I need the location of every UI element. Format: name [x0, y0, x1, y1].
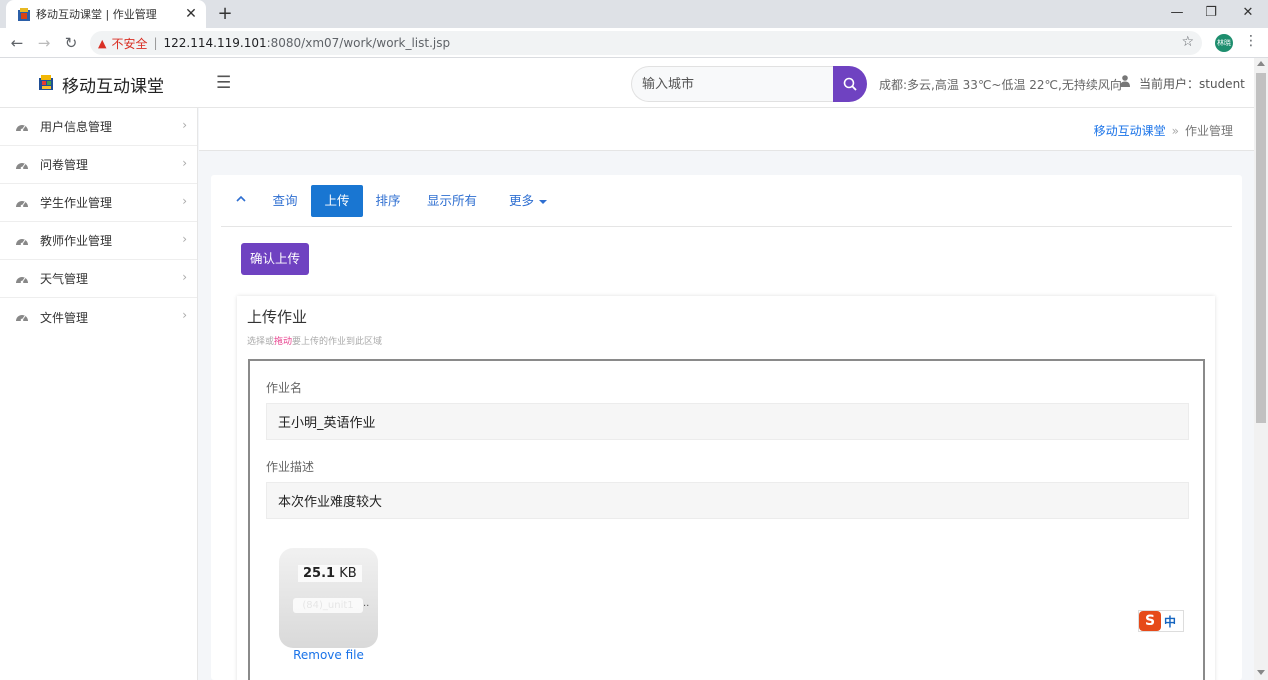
- remove-file-link[interactable]: Remove file: [279, 648, 378, 662]
- browser-tab-strip: 移动互动课堂 | 作业管理 ✕ + — ❐ ✕: [0, 0, 1268, 28]
- sidebar-item-label: 文件管理: [40, 310, 89, 325]
- confirm-upload-button[interactable]: 确认上传: [241, 243, 309, 275]
- user-icon: [1120, 75, 1130, 87]
- page-scrollbar[interactable]: [1254, 58, 1268, 680]
- browser-tab[interactable]: 移动互动课堂 | 作业管理 ✕: [6, 0, 206, 28]
- brand-logo-icon: [39, 75, 53, 90]
- tab-title: 移动互动课堂 | 作业管理: [36, 8, 157, 21]
- sidebar-item-label: 用户信息管理: [40, 120, 113, 134]
- file-size-number: 25.1: [303, 566, 336, 581]
- file-name-ellipsis: ..: [363, 598, 370, 609]
- current-user: 当前用户：student: [1139, 77, 1245, 91]
- dashboard-icon: [16, 124, 28, 131]
- breadcrumb-bar: 移动互动课堂 » 作业管理: [199, 108, 1254, 151]
- sidebar: 用户信息管理 › 问卷管理 › 学生作业管理 › 教师作业管理 › 天气管理 ›…: [0, 108, 198, 680]
- sidebar-item-label: 问卷管理: [40, 158, 89, 172]
- file-size: 25.1 KB: [298, 565, 362, 582]
- security-status[interactable]: 不安全: [111, 35, 147, 52]
- chevron-right-icon: ›: [182, 118, 187, 132]
- url-separator: |: [153, 36, 158, 50]
- tab-show-all[interactable]: 显示所有: [426, 185, 478, 217]
- bookmark-star-icon[interactable]: ☆: [1181, 34, 1194, 50]
- file-preview[interactable]: 25.1 KB (84)_unit1 ..: [279, 548, 378, 648]
- scroll-up-arrow-icon[interactable]: [1257, 61, 1265, 66]
- chevron-right-icon: ›: [182, 270, 187, 284]
- scroll-down-arrow-icon[interactable]: [1257, 670, 1265, 675]
- chevron-right-icon: ›: [182, 194, 187, 208]
- tab-more-label: 更多: [508, 193, 534, 208]
- breadcrumb: 移动互动课堂 » 作业管理: [1094, 122, 1233, 139]
- forward-arrow-icon[interactable]: →: [34, 33, 54, 53]
- work-name-label: 作业名: [266, 381, 303, 395]
- sidebar-item-label: 天气管理: [40, 272, 89, 286]
- city-search-input[interactable]: [631, 66, 835, 102]
- work-name-input[interactable]: [266, 403, 1189, 440]
- tab-upload[interactable]: 上传: [311, 185, 363, 217]
- dashboard-icon: [16, 162, 28, 169]
- sidebar-item-label: 教师作业管理: [40, 234, 113, 248]
- collapse-chevron-icon[interactable]: [235, 193, 247, 205]
- sidebar-item-files[interactable]: 文件管理 ›: [0, 298, 197, 336]
- sidebar-item-teacher-work[interactable]: 教师作业管理 ›: [0, 222, 197, 260]
- browser-menu-icon[interactable]: ⋮: [1244, 33, 1258, 49]
- file-dropzone[interactable]: 作业名 作业描述 25.1 KB (84)_unit1 .. Remove fi…: [248, 359, 1205, 680]
- upload-title: 上传作业: [247, 308, 308, 326]
- reload-icon[interactable]: ↻: [61, 33, 81, 53]
- subtitle-emphasis: 拖动: [274, 337, 293, 347]
- url-field[interactable]: ▲ 不安全 | 122.114.119.101:8080/xm07/work/w…: [90, 31, 1202, 55]
- chevron-right-icon: ›: [182, 308, 187, 322]
- ime-mode-label: 中: [1164, 614, 1177, 629]
- chevron-right-icon: ›: [182, 232, 187, 246]
- breadcrumb-separator: »: [1171, 124, 1179, 138]
- sidebar-item-label: 学生作业管理: [40, 196, 113, 210]
- tab-query[interactable]: 查询: [265, 185, 305, 217]
- dashboard-icon: [16, 200, 28, 207]
- breadcrumb-current: 作业管理: [1184, 124, 1233, 138]
- subtitle-post: 要上传的作业到此区域: [292, 337, 383, 347]
- weather-info: 成都:多云,高温 33℃~低温 22℃,无持续风向: [879, 78, 1122, 92]
- tab-close-icon[interactable]: ✕: [184, 6, 198, 22]
- file-name: (84)_unit1: [293, 598, 363, 613]
- sidebar-item-student-work[interactable]: 学生作业管理 ›: [0, 184, 197, 222]
- tab-sort[interactable]: 排序: [368, 185, 408, 217]
- upload-panel: 上传作业 选择或拖动要上传的作业到此区域 作业名 作业描述 25.1 KB (8…: [237, 296, 1215, 680]
- back-arrow-icon[interactable]: ←: [7, 33, 27, 53]
- window-close-icon[interactable]: ✕: [1230, 0, 1266, 28]
- profile-avatar[interactable]: 林晓: [1215, 34, 1233, 52]
- sidebar-item-weather[interactable]: 天气管理 ›: [0, 260, 197, 298]
- warning-triangle-icon: ▲: [98, 36, 107, 50]
- restore-icon[interactable]: ❐: [1193, 0, 1229, 28]
- scrollbar-thumb[interactable]: [1256, 73, 1266, 423]
- app-logo-icon: [18, 7, 30, 21]
- file-size-unit: KB: [339, 566, 357, 581]
- minimize-icon[interactable]: —: [1159, 0, 1195, 28]
- chevron-right-icon: ›: [182, 156, 187, 170]
- url-host: 122.114.119.101: [163, 36, 267, 50]
- dashboard-icon: [16, 315, 28, 322]
- address-bar: ← → ↻ ▲ 不安全 | 122.114.119.101:8080/xm07/…: [0, 28, 1268, 58]
- tab-more-dropdown[interactable]: 更多: [503, 185, 553, 217]
- main-card: 查询 上传 排序 显示所有 更多 确认上传 上传作业 选择或拖动要上传的作业到此…: [211, 175, 1242, 680]
- dashboard-icon: [16, 238, 28, 245]
- work-desc-input[interactable]: [266, 482, 1189, 519]
- ime-indicator[interactable]: S 中: [1138, 610, 1184, 632]
- sogou-ime-icon: S: [1139, 611, 1161, 631]
- sidebar-item-survey[interactable]: 问卷管理 ›: [0, 146, 197, 184]
- work-desc-label: 作业描述: [266, 460, 315, 474]
- subtitle-pre: 选择或: [247, 337, 275, 347]
- search-button[interactable]: [833, 66, 867, 102]
- sidebar-item-user-info[interactable]: 用户信息管理 ›: [0, 108, 197, 146]
- toolbar-tabs: 查询 上传 排序 显示所有 更多: [221, 175, 1232, 227]
- new-tab-button[interactable]: +: [214, 3, 236, 25]
- menu-toggle-icon[interactable]: ☰: [216, 73, 231, 93]
- caret-down-icon: [539, 199, 547, 204]
- breadcrumb-home-link[interactable]: 移动互动课堂: [1094, 124, 1166, 138]
- dashboard-icon: [16, 276, 28, 283]
- url-path: :8080/xm07/work/work_list.jsp: [266, 36, 451, 50]
- brand-title[interactable]: 移动互动课堂: [62, 72, 164, 97]
- search-icon: [843, 77, 857, 91]
- app-header: 移动互动课堂 ☰ 成都:多云,高温 33℃~低温 22℃,无持续风向 当前用户：…: [0, 58, 1254, 108]
- upload-subtitle: 选择或拖动要上传的作业到此区域: [247, 334, 382, 347]
